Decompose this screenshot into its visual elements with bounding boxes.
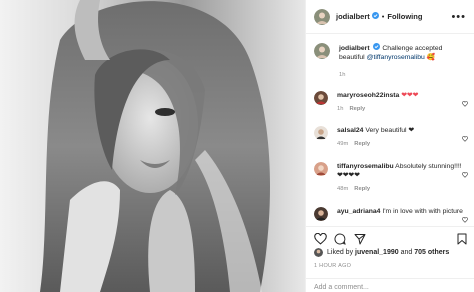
caption-emoji: 🥰 (426, 54, 436, 61)
verified-badge-icon (373, 43, 381, 53)
comments-list: jodialbert Challenge accepted beautiful … (306, 34, 474, 226)
likes-user[interactable]: juvenal_1990 (355, 249, 399, 256)
post-side-panel: jodialbert • Following ••• jodialbert Ch… (305, 0, 474, 292)
likes-count[interactable]: 705 others (414, 249, 449, 256)
avatar[interactable] (314, 248, 323, 257)
likes-middle: and (400, 249, 413, 256)
comment-item: tiffanyrosemalibu Absolutely stunning!!!… (314, 162, 469, 194)
caption-mention[interactable]: @tiffanyrosemalibu (367, 54, 425, 61)
avatar[interactable] (314, 207, 328, 221)
bookmark-icon[interactable] (457, 232, 467, 250)
post-timestamp[interactable]: 1 HOUR AGO (314, 263, 351, 269)
like-comment-icon[interactable] (462, 165, 468, 183)
comment-text: ❤❤❤ (401, 92, 419, 99)
more-options-icon[interactable]: ••• (451, 11, 466, 23)
avatar[interactable] (314, 162, 328, 176)
avatar[interactable] (314, 126, 328, 140)
post-header: jodialbert • Following ••• (306, 0, 474, 34)
comment-item: salsal24 Very beautiful ❤ 49m Reply (314, 126, 469, 149)
avatar[interactable] (314, 91, 328, 105)
comment-time[interactable]: 1h (337, 106, 343, 112)
caption-time[interactable]: 1h (339, 72, 345, 78)
verified-badge-icon (371, 12, 379, 21)
avatar[interactable] (314, 8, 330, 25)
comment-text: Very beautiful ❤ (365, 127, 415, 134)
portrait-image (0, 0, 305, 292)
header-username[interactable]: jodialbert (336, 12, 370, 21)
comment-username[interactable]: ayu_adriana4 (337, 208, 380, 215)
header-separator: • (381, 12, 385, 21)
comment-username[interactable]: tiffanyrosemalibu (337, 163, 394, 170)
likes-prefix: Liked by (327, 249, 354, 256)
likes-summary: Liked by juvenal_1990 and 705 others (314, 248, 449, 257)
post-photo[interactable] (0, 0, 305, 292)
action-bar (306, 226, 474, 248)
comment-item: maryroseoh22insta ❤❤❤ 1h Reply (314, 91, 469, 114)
comment-item: ayu_adriana4 I'm in love with with pictu… (314, 207, 469, 221)
reply-button[interactable]: Reply (354, 186, 370, 192)
avatar[interactable] (314, 43, 330, 59)
like-comment-icon[interactable] (462, 94, 468, 112)
add-comment-input[interactable]: Add a comment... (306, 278, 474, 292)
like-comment-icon[interactable] (462, 210, 468, 226)
caption-item: jodialbert Challenge accepted beautiful … (314, 43, 469, 80)
comment-username[interactable]: maryroseoh22insta (337, 92, 399, 99)
reply-button[interactable]: Reply (354, 141, 370, 147)
comment-time[interactable]: 48m (337, 186, 348, 192)
following-button[interactable]: Following (387, 12, 422, 21)
comment-time[interactable]: 49m (337, 141, 348, 147)
comment-username[interactable]: salsal24 (337, 127, 363, 134)
comment-text: I'm in love with with picture (382, 208, 463, 215)
reply-button[interactable]: Reply (349, 106, 365, 112)
like-comment-icon[interactable] (462, 129, 468, 147)
caption-username[interactable]: jodialbert (339, 45, 370, 52)
